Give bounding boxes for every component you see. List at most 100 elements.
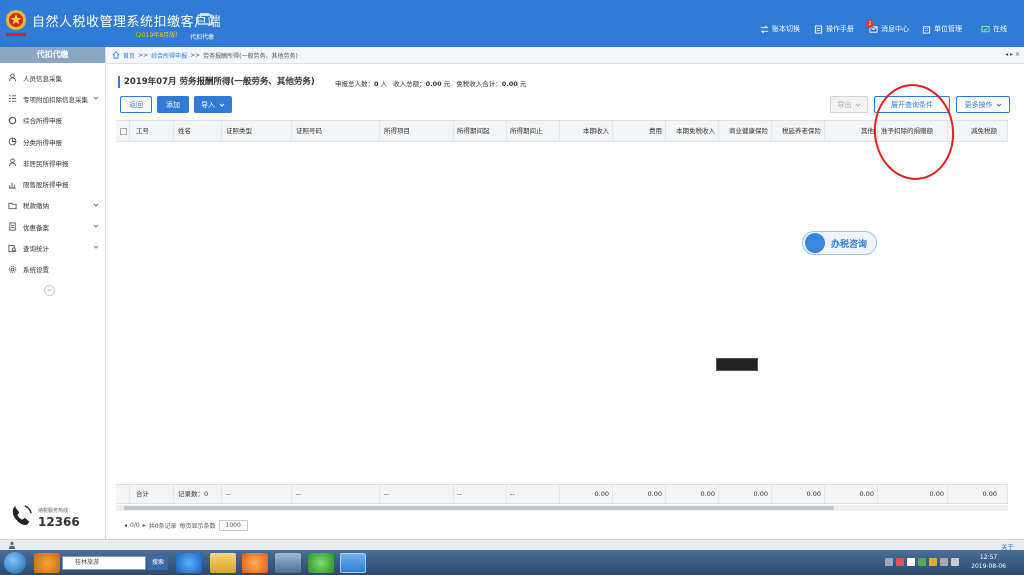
nav-unit-management[interactable]: 单位管理 bbox=[922, 22, 962, 36]
sidebar-item-classified-income[interactable]: 分类所得申报 bbox=[0, 131, 105, 152]
col-header[interactable]: 所得项目 bbox=[380, 121, 454, 142]
count-value: 0 bbox=[374, 80, 379, 88]
explorer-icon[interactable] bbox=[210, 553, 236, 573]
tray-icon[interactable] bbox=[951, 558, 959, 566]
totals-records: 记录数：0 bbox=[174, 485, 222, 504]
media-player-icon[interactable] bbox=[242, 553, 268, 573]
col-header[interactable]: 减免税额 bbox=[948, 121, 1008, 142]
online-icon bbox=[981, 25, 990, 32]
person-icon bbox=[8, 158, 17, 167]
chevron-down-icon bbox=[855, 103, 860, 107]
select-all-checkbox[interactable] bbox=[120, 127, 127, 135]
tax-free-value: 0.00 bbox=[501, 80, 518, 88]
sidebar-item-query-stats[interactable]: 查询统计 bbox=[0, 237, 105, 258]
breadcrumb-home[interactable]: 首页 bbox=[123, 51, 135, 60]
totals-cell: -- bbox=[454, 485, 507, 504]
sidebar-item-label: 优惠备案 bbox=[23, 223, 49, 232]
tray-icon[interactable] bbox=[885, 558, 893, 566]
tax-emblem-icon bbox=[6, 10, 26, 36]
folder-icon bbox=[8, 202, 17, 210]
back-button[interactable]: 返回 bbox=[120, 96, 152, 113]
sidebar-item-restricted-shares[interactable]: 限售股所得申报 bbox=[0, 173, 105, 194]
horizontal-scrollbar[interactable] bbox=[116, 505, 1008, 511]
start-button[interactable] bbox=[4, 552, 26, 574]
sidebar-item-label: 综合所得申报 bbox=[23, 117, 62, 126]
swap-icon bbox=[760, 25, 769, 33]
taskbar-app-icon[interactable] bbox=[34, 553, 60, 573]
more-actions-label: 更多操作 bbox=[964, 100, 993, 109]
sidebar-item-comprehensive-income[interactable]: 综合所得申报 bbox=[0, 110, 105, 131]
sidebar-item-person-info[interactable]: 人员信息采集 bbox=[0, 67, 105, 88]
agent-label: 代扣代缴 bbox=[190, 34, 215, 41]
chevron-down-icon bbox=[93, 246, 99, 250]
pager-summary: 共0条记录 bbox=[148, 523, 177, 530]
col-header[interactable]: 税延养老保险 bbox=[772, 121, 825, 142]
pager: ◂ 0/0 ▸ 共0条记录 每页显示条数 1000 bbox=[124, 520, 248, 531]
computer-icon[interactable] bbox=[275, 553, 301, 573]
export-button[interactable]: 导出 bbox=[830, 96, 868, 113]
ie-icon[interactable] bbox=[176, 553, 202, 573]
col-header[interactable]: 本期收入 bbox=[560, 121, 613, 142]
nav-message-center[interactable]: 2 消息中心 bbox=[866, 19, 909, 36]
breadcrumb-separator: >> bbox=[190, 51, 201, 59]
wallet-icon[interactable] bbox=[197, 12, 213, 25]
col-header[interactable]: 其他 bbox=[825, 121, 878, 142]
import-button[interactable]: 导入 bbox=[194, 96, 232, 113]
tax-consult-button[interactable]: 办税咨询 bbox=[802, 231, 877, 255]
taskbar-search-button[interactable]: 搜索 bbox=[148, 556, 168, 570]
tray-icon[interactable] bbox=[896, 558, 904, 566]
tax-free-unit: 元 bbox=[519, 80, 527, 88]
col-header[interactable]: 商业健康保险 bbox=[719, 121, 772, 142]
nav-manual[interactable]: 操作手册 bbox=[814, 22, 854, 36]
ring-icon bbox=[8, 116, 17, 124]
scrollbar-thumb[interactable] bbox=[124, 506, 834, 510]
pager-size-label: 每页显示条数 bbox=[179, 523, 216, 530]
totals-cell: 0.00 bbox=[772, 485, 825, 504]
nav-unit-management-label: 单位管理 bbox=[934, 25, 962, 33]
add-button[interactable]: 添加 bbox=[157, 96, 189, 113]
col-header[interactable]: 所得期间起 bbox=[454, 121, 507, 142]
tray-icon[interactable] bbox=[929, 558, 937, 566]
income-unit: 元 bbox=[443, 80, 451, 88]
breadcrumb-current: 劳务报酬所得(一般劳务、其他劳务) bbox=[203, 52, 298, 60]
hotline-label: 纳税服务热线 bbox=[38, 508, 69, 514]
col-header[interactable]: 所得期间止 bbox=[507, 121, 560, 142]
col-header[interactable]: 费用 bbox=[613, 121, 666, 142]
sidebar-item-system-settings[interactable]: 系统设置 bbox=[0, 259, 105, 280]
page-title: 2019年07月 劳务报酬所得(一般劳务、其他劳务) bbox=[118, 76, 315, 88]
more-actions-button[interactable]: 更多操作 bbox=[956, 96, 1010, 113]
sidebar-item-tax-payment[interactable]: 税款缴纳 bbox=[0, 195, 105, 216]
import-button-label: 导入 bbox=[201, 100, 215, 109]
tray-icon[interactable] bbox=[940, 558, 948, 566]
tray-icon[interactable] bbox=[907, 558, 915, 566]
taskbar-search-input[interactable]: 桂林旅游 bbox=[62, 556, 146, 570]
tax-client-taskbar-icon[interactable] bbox=[340, 553, 366, 573]
nav-account-switch[interactable]: 账本切换 bbox=[760, 22, 800, 36]
col-header[interactable]: 证照类型 bbox=[222, 121, 292, 142]
sidebar-item-nonresident-income[interactable]: 非居民所得申报 bbox=[0, 152, 105, 173]
col-header[interactable]: 姓名 bbox=[174, 121, 222, 142]
user-icon bbox=[8, 541, 16, 549]
chevron-down-icon bbox=[219, 103, 225, 107]
sidebar-collapse-button[interactable]: « bbox=[44, 285, 55, 296]
clock-time: 12:57 bbox=[979, 554, 998, 561]
ime-toolbar-icon[interactable] bbox=[716, 358, 758, 371]
browser-icon[interactable] bbox=[308, 553, 334, 573]
tray-icon[interactable] bbox=[918, 558, 926, 566]
app-version: （2019年8月版） bbox=[132, 32, 182, 39]
sidebar-item-special-deduction[interactable]: 专项附加扣除信息采集 bbox=[0, 88, 105, 109]
pager-next-icon[interactable]: ▸ bbox=[143, 522, 146, 529]
hotline: 纳税服务热线 12366 bbox=[10, 503, 100, 533]
pager-prev-icon[interactable]: ◂ bbox=[124, 522, 127, 529]
tab-close-icon[interactable]: ◂ ▸ × bbox=[1005, 51, 1020, 58]
col-header[interactable]: 本期免税收入 bbox=[666, 121, 719, 142]
col-header[interactable]: 工号 bbox=[130, 121, 174, 142]
taskbar-clock[interactable]: 12:57 2019-08-06 bbox=[971, 553, 1006, 571]
breadcrumb-level1[interactable]: 综合所得申报 bbox=[151, 51, 187, 60]
totals-label: 合计 bbox=[130, 485, 174, 504]
sidebar-item-preferential-filing[interactable]: 优惠备案 bbox=[0, 216, 105, 237]
col-header[interactable]: 证照号码 bbox=[292, 121, 380, 142]
totals-cell: -- bbox=[507, 485, 560, 504]
pager-size-input[interactable]: 1000 bbox=[218, 520, 248, 531]
nav-online-status[interactable]: 在线 bbox=[981, 22, 1007, 36]
